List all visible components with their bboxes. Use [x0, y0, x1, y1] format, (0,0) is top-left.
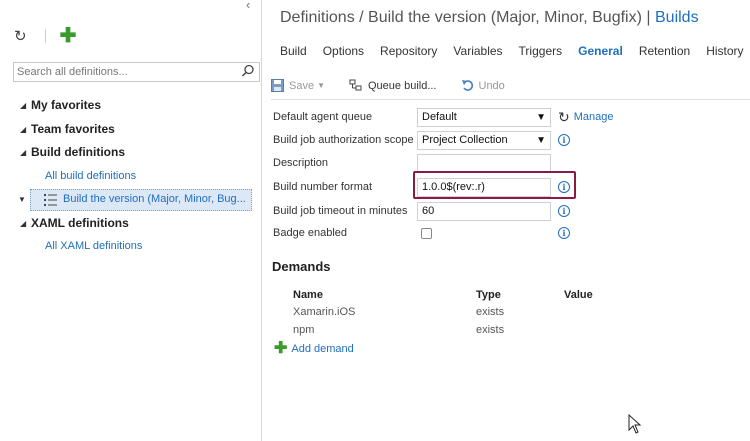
annotation-highlight-box: [413, 171, 576, 199]
search-input[interactable]: [14, 63, 234, 81]
add-demand-button[interactable]: ✚ Add demand: [274, 341, 354, 357]
toolbar-divider: [44, 29, 46, 43]
command-bar: Save ▼ Queue build... Undo: [271, 72, 750, 100]
builds-link[interactable]: Builds: [655, 9, 699, 26]
tree-group-xaml-definitions[interactable]: ◢ XAML definitions: [0, 212, 262, 236]
queue-build-label: Queue build...: [368, 79, 437, 92]
plus-icon: ✚: [274, 340, 288, 357]
refresh-icon[interactable]: ↻: [14, 29, 27, 44]
chevron-down-icon: ▼: [536, 135, 546, 146]
save-icon: [271, 79, 284, 92]
timeout-input[interactable]: 60: [417, 202, 551, 221]
tree-item-label: All XAML definitions: [45, 240, 143, 252]
queue-build-icon: [349, 79, 362, 91]
demands-heading: Demands: [272, 259, 331, 274]
agent-queue-select[interactable]: Default ▼: [417, 108, 551, 127]
expand-caret-icon[interactable]: ◢: [20, 141, 26, 165]
context-caret-icon[interactable]: ▼: [18, 188, 26, 212]
chevron-down-icon: ▼: [536, 112, 546, 123]
tab-variables[interactable]: Variables: [453, 44, 502, 58]
description-label: Description: [273, 157, 329, 169]
add-demand-label: Add demand: [291, 343, 354, 355]
tree-group-label: Team favorites: [31, 121, 115, 136]
tab-options[interactable]: Options: [323, 44, 364, 58]
save-label: Save: [289, 79, 315, 92]
timeout-label: Build job timeout in minutes: [273, 205, 408, 217]
save-button[interactable]: Save ▼: [271, 79, 325, 92]
explorer-toolbar: ↻ ✚: [14, 26, 76, 46]
auth-scope-label: Build job authorization scope: [273, 134, 414, 146]
queue-build-button[interactable]: Queue build...: [349, 79, 437, 92]
mouse-cursor-icon: [628, 414, 642, 434]
tree-item-label: All build definitions: [45, 169, 137, 182]
save-dropdown-icon[interactable]: ▼: [317, 81, 325, 90]
demand-column-type: Type: [476, 289, 501, 301]
demand-column-value: Value: [564, 289, 593, 301]
badge-label: Badge enabled: [273, 227, 348, 239]
new-definition-plus-icon[interactable]: ✚: [60, 26, 77, 46]
page-title: Definitions / Build the version (Major, …: [280, 9, 699, 27]
demand-name-cell: npm: [293, 324, 315, 336]
info-icon[interactable]: i: [558, 134, 570, 146]
manage-link[interactable]: ↻ Manage: [558, 110, 614, 124]
agent-queue-row: Default agent queue Default ▼ ↻ Manage: [273, 108, 750, 128]
expand-caret-icon[interactable]: ◢: [20, 118, 26, 142]
tree-item-label: Build the version (Major, Minor, Bug...: [63, 193, 246, 205]
auth-scope-row: Build job authorization scope Project Co…: [273, 131, 750, 151]
tab-triggers[interactable]: Triggers: [519, 44, 563, 58]
agent-queue-label: Default agent queue: [273, 111, 373, 123]
tab-repository[interactable]: Repository: [380, 44, 437, 58]
tree-item-selected-definition[interactable]: ▼ Build the version (Major, Minor, Bug..…: [0, 188, 262, 212]
expand-caret-icon[interactable]: ◢: [20, 94, 26, 118]
tab-history[interactable]: History: [706, 44, 743, 58]
tree-item-all-build-definitions[interactable]: All build definitions: [0, 165, 262, 189]
info-icon[interactable]: i: [558, 205, 570, 217]
tab-general[interactable]: General: [578, 44, 623, 58]
demand-name-cell: Xamarin.iOS: [293, 306, 356, 318]
undo-label: Undo: [478, 79, 505, 92]
auth-scope-select[interactable]: Project Collection ▼: [417, 131, 551, 150]
build-definition-icon: [44, 194, 57, 206]
definitions-tree: ◢ My favorites ◢ Team favorites ◢ Build …: [0, 94, 262, 259]
info-icon[interactable]: i: [558, 227, 570, 239]
definition-editor: Definitions / Build the version (Major, …: [263, 0, 750, 441]
tree-group-label: My favorites: [31, 98, 102, 112]
tab-retention[interactable]: Retention: [639, 44, 690, 58]
badge-row: Badge enabled i: [273, 224, 750, 244]
tree-group-build-definitions[interactable]: ◢ Build definitions: [0, 141, 262, 165]
refresh-icon[interactable]: ↻: [558, 110, 570, 124]
build-number-format-label: Build number format: [273, 181, 373, 193]
manage-label: Manage: [573, 111, 614, 123]
definition-search-box: [13, 62, 260, 82]
auth-scope-value: Project Collection: [422, 134, 508, 146]
definitions-explorer: ‹ ↻ ✚ ◢ My favorites ◢ Team favorites ◢ …: [0, 0, 262, 441]
tab-build[interactable]: Build: [280, 44, 307, 58]
page-title-text: Definitions / Build the version (Major, …: [280, 9, 642, 26]
collapse-panel-icon[interactable]: ‹: [246, 0, 250, 12]
badge-enabled-checkbox[interactable]: [421, 228, 432, 239]
search-icon[interactable]: [241, 64, 255, 78]
agent-queue-value: Default: [422, 111, 457, 123]
demand-column-name: Name: [293, 289, 323, 301]
tree-item-all-xaml-definitions[interactable]: All XAML definitions: [0, 235, 262, 259]
undo-button[interactable]: Undo: [461, 79, 505, 92]
title-divider: |: [646, 9, 651, 26]
undo-icon: [461, 80, 473, 91]
tree-group-my-favorites[interactable]: ◢ My favorites: [0, 94, 262, 118]
timeout-row: Build job timeout in minutes 60 i: [273, 202, 750, 222]
tree-group-label: Build definitions: [31, 145, 125, 159]
tree-group-label: XAML definitions: [31, 215, 129, 230]
expand-caret-icon[interactable]: ◢: [20, 212, 26, 236]
demand-type-cell: exists: [476, 306, 505, 318]
demand-type-cell: exists: [476, 324, 505, 336]
tree-group-team-favorites[interactable]: ◢ Team favorites: [0, 118, 262, 142]
build-number-format-row: Build number format 1.0.0$(rev:.r) i: [273, 171, 750, 199]
definition-tabs: Build Options Repository Variables Trigg…: [280, 44, 750, 58]
